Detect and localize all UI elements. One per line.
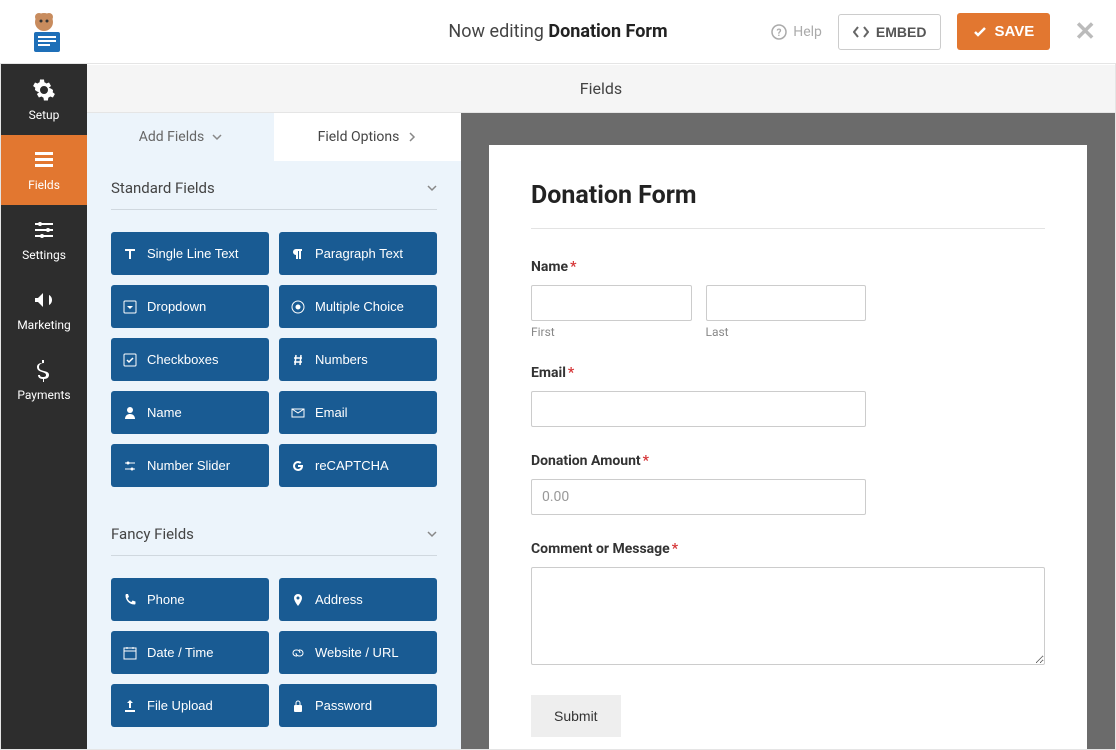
form-icon [32,148,56,172]
question-circle-icon: ? [771,24,787,40]
caret-square-icon [123,300,137,314]
bullhorn-icon [32,288,56,312]
sidebar-label: Settings [22,248,66,262]
field-name[interactable]: Name [111,391,269,434]
user-icon [123,406,137,420]
check-icon [973,25,987,39]
hashtag-icon [291,353,305,367]
field-dropdown[interactable]: Dropdown [111,285,269,328]
main-header-title: Fields [87,65,1115,113]
field-website[interactable]: Website / URL [279,631,437,674]
sidebar-label: Payments [17,388,70,402]
sidebar-label: Fields [28,178,60,192]
envelope-icon [291,406,305,420]
sliders-icon [32,218,56,242]
chevron-down-icon [212,132,222,142]
lock-icon [291,699,305,713]
svg-text:?: ? [777,28,782,39]
form-field-donation[interactable]: Donation Amount* [531,453,1045,515]
phone-icon [123,593,137,607]
close-button[interactable]: ✕ [1074,17,1096,47]
dot-circle-icon [291,300,305,314]
upload-icon [123,699,137,713]
donation-label: Donation Amount* [531,453,1045,469]
comment-textarea[interactable] [531,567,1045,665]
section-standard-fields[interactable]: Standard Fields [111,161,437,210]
field-numbers[interactable]: Numbers [279,338,437,381]
submit-button[interactable]: Submit [531,695,621,737]
comment-label: Comment or Message* [531,541,1045,557]
field-phone[interactable]: Phone [111,578,269,621]
check-square-icon [123,353,137,367]
sidebar-item-settings[interactable]: Settings [1,205,87,275]
field-file-upload[interactable]: File Upload [111,684,269,727]
sidebar-label: Marketing [17,318,71,332]
field-single-line-text[interactable]: Single Line Text [111,232,269,275]
first-sublabel: First [531,325,692,339]
form-preview: Donation Form Name* First Last [489,145,1087,749]
chevron-down-icon [427,183,437,193]
sidebar-label: Setup [29,108,60,122]
field-address[interactable]: Address [279,578,437,621]
calendar-icon [123,646,137,660]
field-number-slider[interactable]: Number Slider [111,444,269,487]
field-password[interactable]: Password [279,684,437,727]
name-label: Name* [531,259,1045,275]
field-recaptcha[interactable]: reCAPTCHA [279,444,437,487]
chevron-right-icon [407,132,417,142]
gear-icon [32,78,56,102]
sidebar-item-fields[interactable]: Fields [1,135,87,205]
help-link[interactable]: ? Help [771,24,822,40]
sidebar-item-marketing[interactable]: Marketing [1,275,87,345]
sidebar-item-setup[interactable]: Setup [1,65,87,135]
form-field-name[interactable]: Name* First Last [531,259,1045,339]
field-checkboxes[interactable]: Checkboxes [111,338,269,381]
text-icon [123,247,137,261]
tab-add-fields[interactable]: Add Fields [87,113,274,161]
sidebar-item-payments[interactable]: Payments [1,345,87,415]
email-input[interactable] [531,391,866,427]
editing-header: Now editing Donation Form [448,21,667,42]
chevron-down-icon [427,529,437,539]
form-field-email[interactable]: Email* [531,365,1045,427]
wpforms-logo [20,8,68,56]
dollar-icon [32,358,56,382]
form-field-comment[interactable]: Comment or Message* [531,541,1045,669]
form-title: Donation Form [531,181,1045,229]
field-email[interactable]: Email [279,391,437,434]
tab-field-options[interactable]: Field Options [274,113,461,161]
paragraph-icon [291,247,305,261]
first-name-input[interactable] [531,285,692,321]
field-multiple-choice[interactable]: Multiple Choice [279,285,437,328]
embed-button[interactable]: EMBED [838,14,942,50]
sliders-icon [123,459,137,473]
field-paragraph-text[interactable]: Paragraph Text [279,232,437,275]
field-date-time[interactable]: Date / Time [111,631,269,674]
google-icon [291,459,305,473]
map-marker-icon [291,593,305,607]
donation-input[interactable] [531,479,866,515]
save-button[interactable]: SAVE [957,13,1050,50]
section-fancy-fields[interactable]: Fancy Fields [111,507,437,556]
code-icon [853,25,869,39]
last-sublabel: Last [706,325,867,339]
last-name-input[interactable] [706,285,867,321]
link-icon [291,646,305,660]
email-label: Email* [531,365,1045,381]
